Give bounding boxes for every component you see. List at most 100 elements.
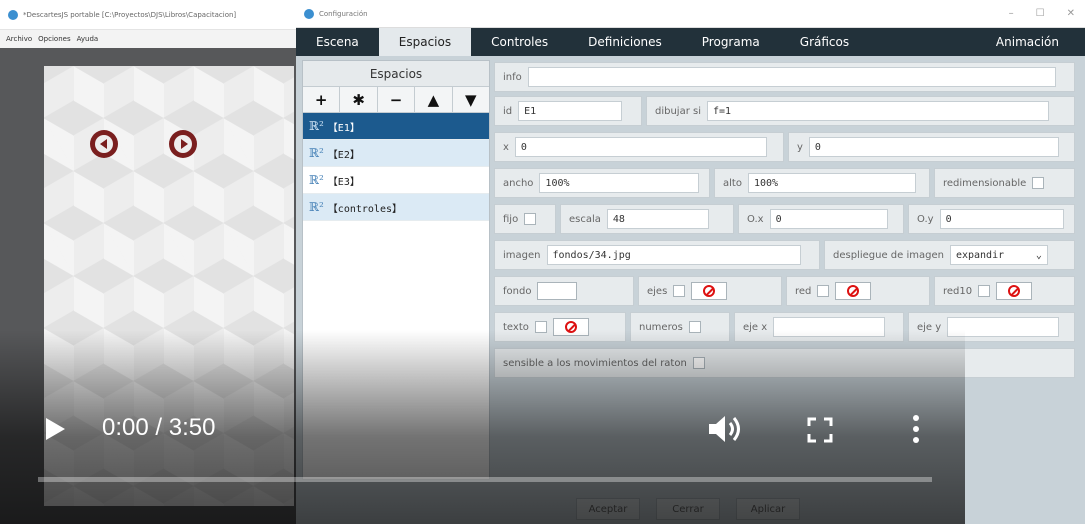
maximize-icon[interactable]: ☐ [1036,8,1045,19]
clone-space-button[interactable]: ✱ [340,87,378,112]
ejes-label: ejes [647,285,668,297]
remove-space-button[interactable]: − [378,87,416,112]
ancho-row: ancho 100% [494,168,710,198]
ancho-input[interactable]: 100% [539,173,700,193]
red-label: red [795,285,812,297]
accept-button[interactable]: Aceptar [576,498,640,520]
dot [913,437,919,443]
sensible-label: sensible a los movimientos del raton [503,357,687,369]
red10-checkbox[interactable] [978,285,991,297]
red-checkbox[interactable] [817,285,830,297]
y-row: y 0 [788,132,1075,162]
red10-row: red10 [934,276,1075,306]
sensible-checkbox[interactable] [692,357,705,369]
tab-escena[interactable]: Escena [296,28,379,56]
space-item[interactable]: ℝ² 【E2】 [303,140,489,167]
y-input[interactable]: 0 [808,137,1059,157]
menu-archivo[interactable]: Archivo [6,35,32,43]
red10-color-picker[interactable] [996,282,1033,300]
ejes-color-picker[interactable] [691,282,728,300]
numeros-checkbox[interactable] [688,321,701,333]
red10-label: red10 [943,285,973,297]
menu-opciones[interactable]: Opciones [38,35,70,43]
fijo-row: fijo [494,204,556,234]
close-icon[interactable]: ✕ [1067,8,1075,19]
escala-row: escala 48 [560,204,734,234]
space-item-label: 【E3】 [327,176,360,188]
more-options-button[interactable] [908,412,924,446]
dot [913,426,919,432]
spaces-panel: Espacios + ✱ − ▲ ▼ ℝ² 【E1】 ℝ² 【E2】 ℝ² 【E… [302,60,490,480]
scene-canvas [0,48,300,524]
dialog-buttons: Aceptar Cerrar Aplicar [576,498,800,520]
apply-button[interactable]: Aplicar [736,498,800,520]
volume-button[interactable] [706,412,744,446]
alto-input[interactable]: 100% [747,173,916,193]
space-item-label: 【controles】 [327,203,402,215]
space-item[interactable]: ℝ² 【controles】 [303,194,489,221]
ejes-row: ejes [638,276,782,306]
x-input[interactable]: 0 [514,137,767,157]
tab-espacios[interactable]: Espacios [378,28,472,56]
escala-input[interactable]: 48 [606,209,709,229]
alto-label: alto [723,177,742,189]
tab-programa[interactable]: Programa [682,28,780,56]
eje-x-row: eje x [734,312,904,342]
fijo-checkbox[interactable] [524,213,537,225]
close-button[interactable]: Cerrar [656,498,720,520]
ox-input[interactable]: 0 [769,209,888,229]
dibujar-si-input[interactable]: f=1 [707,101,1049,121]
fondo-row: fondo [494,276,634,306]
numeros-label: numeros [639,321,683,333]
tab-definiciones[interactable]: Definiciones [568,28,682,56]
tab-graficos[interactable]: Gráficos [780,28,869,56]
volume-icon [709,416,740,442]
minimize-icon[interactable]: – [1009,8,1014,19]
x-label: x [503,141,509,153]
eje-y-row: eje y [908,312,1075,342]
space-item[interactable]: ℝ² 【E3】 [303,167,489,194]
tab-controles[interactable]: Controles [471,28,568,56]
configuration-window: Configuración – ☐ ✕ Escena Espacios Cont… [296,0,1085,524]
next-button[interactable] [169,130,197,158]
fullscreen-button[interactable] [806,416,834,444]
redimensionable-row: redimensionable [934,168,1075,198]
id-input[interactable]: E1 [518,101,623,121]
ox-label: O.x [747,213,764,225]
space-item-label: 【E2】 [327,149,360,161]
menu-ayuda[interactable]: Ayuda [77,35,99,43]
fondo-color-picker[interactable] [537,282,578,300]
imagen-label: imagen [503,249,541,261]
spaces-toolbar: + ✱ − ▲ ▼ [303,87,489,113]
eje-y-input[interactable] [947,317,1060,337]
video-progress-bar[interactable] [38,477,932,482]
despliegue-select[interactable]: expandir ⌄ [949,245,1048,265]
play-button[interactable] [42,414,68,444]
add-space-button[interactable]: + [303,87,341,112]
redimensionable-checkbox[interactable] [1032,177,1045,189]
texto-color-picker[interactable] [552,318,589,336]
oy-input[interactable]: 0 [939,209,1064,229]
background-window-title: *DescartesJS portable [C:\Proyectos\DJS\… [23,10,237,19]
info-input[interactable] [527,67,1056,87]
eje-x-input[interactable] [773,317,886,337]
space-item[interactable]: ℝ² 【E1】 [303,113,489,140]
move-down-button[interactable]: ▼ [453,87,489,112]
alto-row: alto 100% [714,168,930,198]
despliegue-value: expandir [955,249,1005,261]
no-color-icon [564,321,577,333]
red-color-picker[interactable] [835,282,872,300]
red-row: red [786,276,930,306]
ancho-label: ancho [503,177,534,189]
tab-animacion[interactable]: Animación [976,28,1085,56]
eje-y-label: eje y [917,321,942,333]
r2-icon: ℝ² [309,200,324,214]
move-up-button[interactable]: ▲ [415,87,453,112]
no-color-icon [847,285,860,297]
dibujar-si-row: dibujar si f=1 [646,96,1075,126]
imagen-input[interactable]: fondos/34.jpg [546,245,801,265]
ejes-checkbox[interactable] [673,285,686,297]
background-menubar: Archivo Opciones Ayuda [0,30,300,48]
previous-button[interactable] [90,130,118,158]
texto-checkbox[interactable] [534,321,547,333]
